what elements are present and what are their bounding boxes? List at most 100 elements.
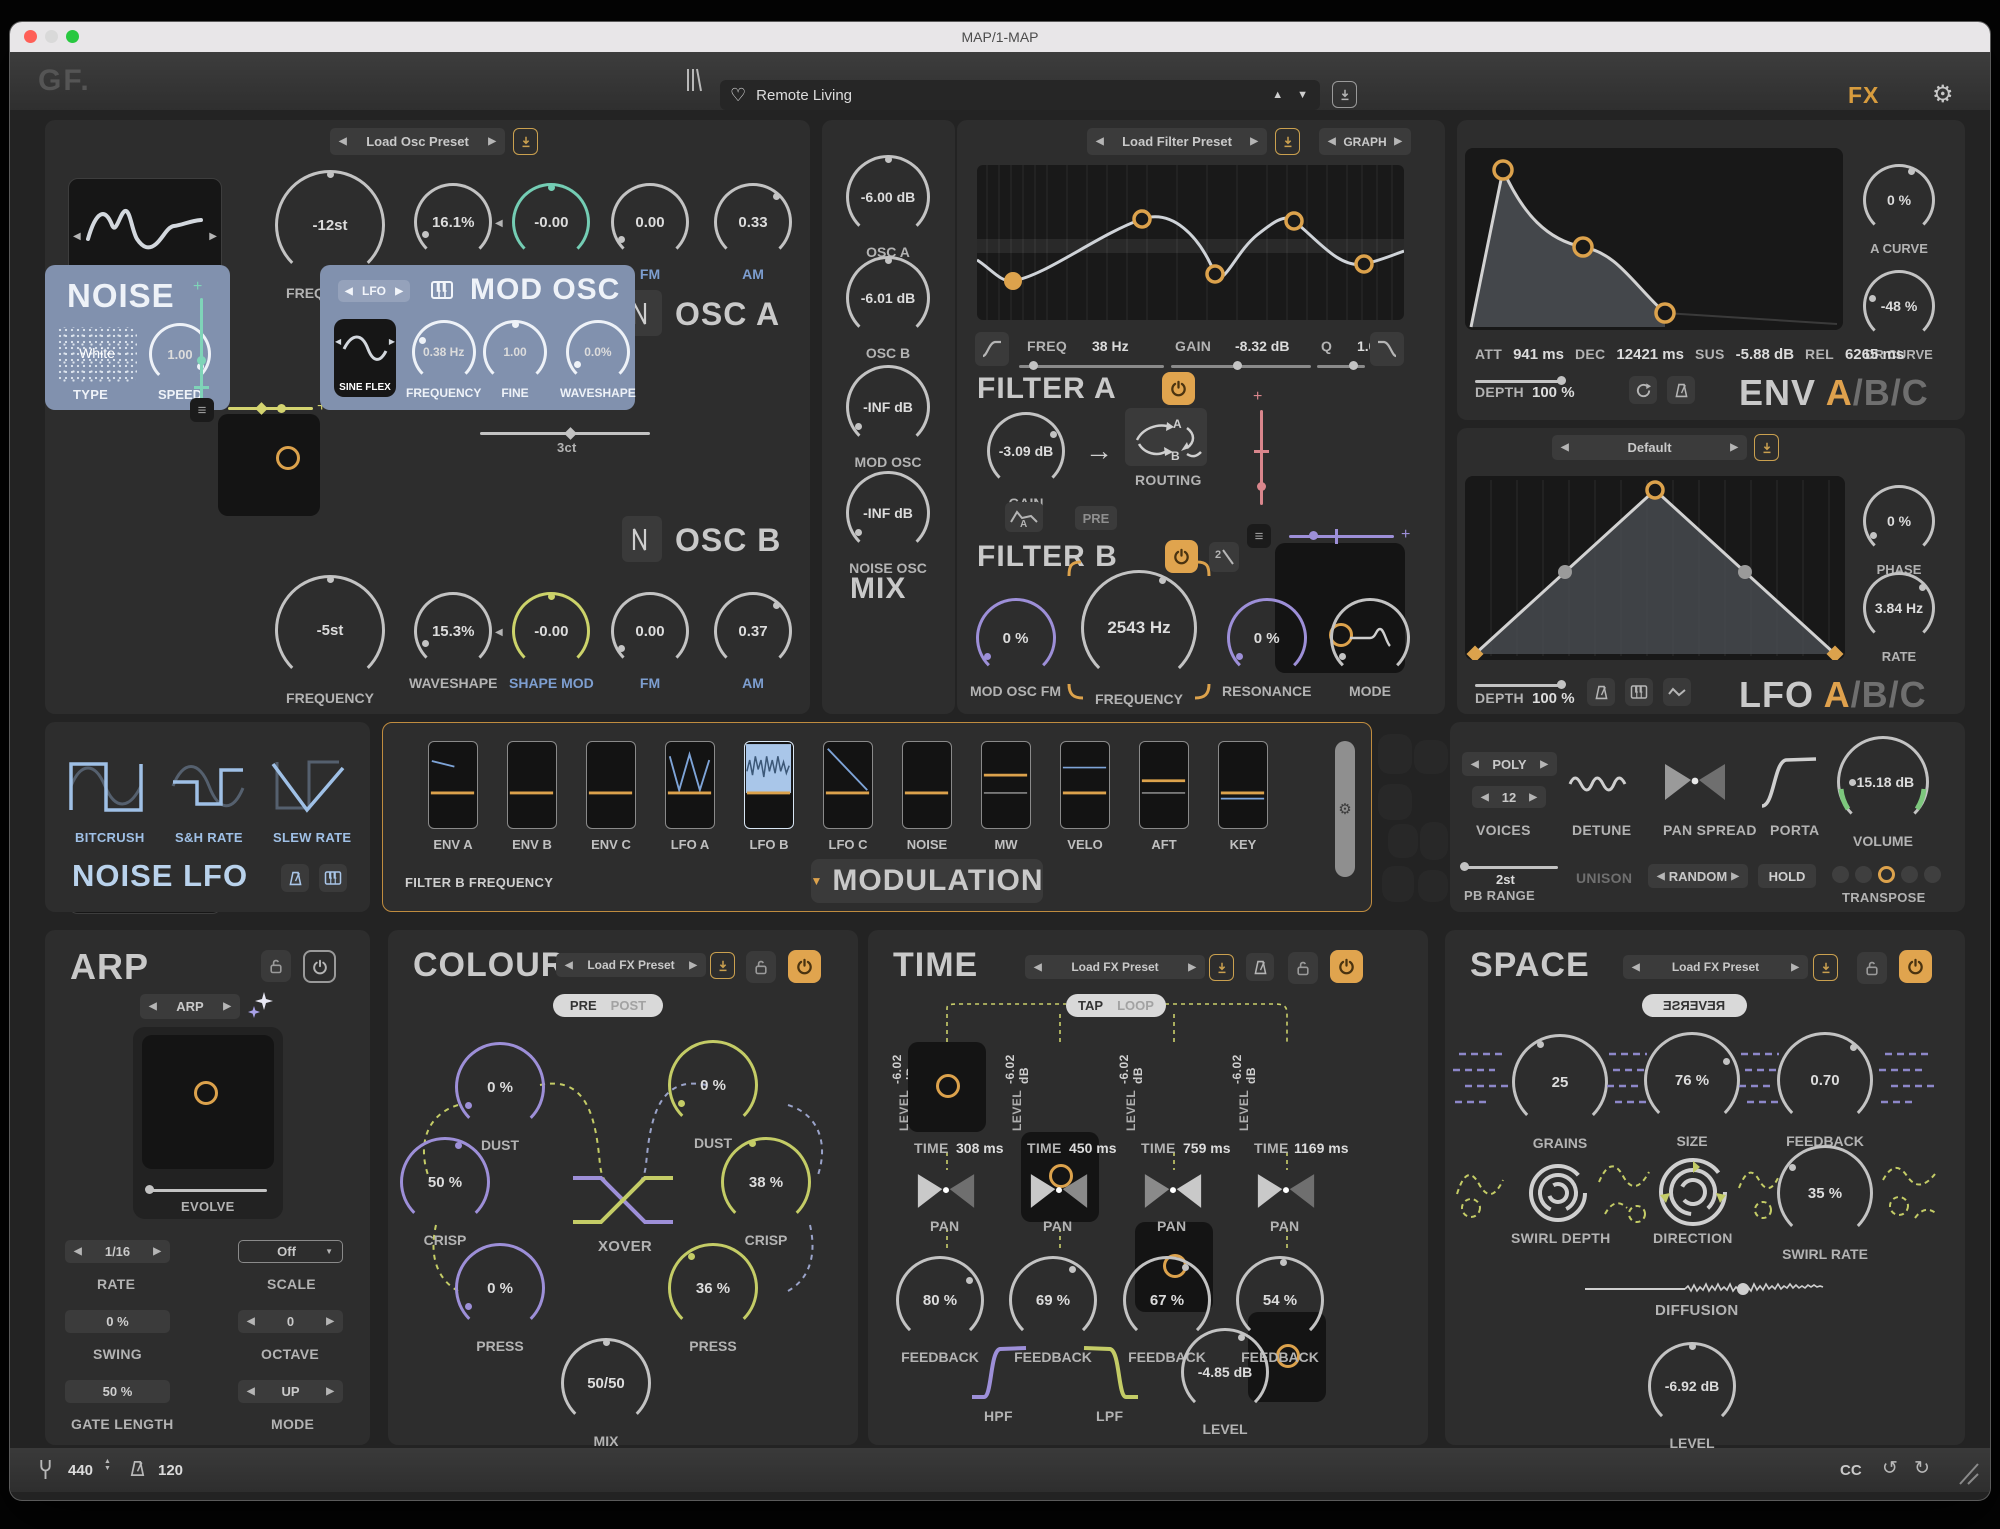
filter-preset-save-button[interactable] (1275, 128, 1300, 155)
lfo-depth-slider[interactable] (1475, 684, 1565, 687)
mod-slot-lfo-c[interactable]: LFO C (823, 741, 873, 852)
colour-right-dust-knob[interactable]: 0 % DUST (668, 1040, 758, 1151)
arp-rate-selector[interactable]: ◀ 1/16 ▶ (65, 1240, 170, 1263)
env-sync-metronome-icon[interactable] (1667, 376, 1695, 404)
osc-a-am-knob[interactable]: 0.33 AM (714, 183, 792, 282)
modulation-header[interactable]: ▼ MODULATION (811, 859, 1043, 903)
slider-handle[interactable] (1557, 680, 1566, 689)
keyboard-icon[interactable] (430, 278, 454, 302)
arp-swing-field[interactable]: 0 % (65, 1310, 170, 1333)
next-arrow-icon[interactable]: ▶ (326, 1386, 334, 1397)
osc-b-fm-knob[interactable]: 0.00 FM (611, 592, 689, 691)
redo-icon[interactable]: ↻ (1914, 1457, 1930, 1480)
close-button[interactable] (24, 30, 37, 43)
metronome-icon[interactable] (128, 1459, 147, 1478)
fx-page-button[interactable]: FX (1848, 82, 1879, 109)
tuning-value[interactable]: 440 (68, 1462, 93, 1479)
time-tap-loop-toggle[interactable]: TAP LOOP (1066, 994, 1166, 1017)
transpose-dot[interactable] (1901, 866, 1918, 883)
sparkle-icon[interactable] (248, 990, 274, 1018)
rel-value[interactable]: 6265 ms (1845, 346, 1904, 363)
preset-bar[interactable]: ♡ Remote Living ▲ ▼ (720, 80, 1320, 110)
colour-right-press-knob[interactable]: 36 % PRESS (668, 1243, 758, 1354)
next-arrow-icon[interactable]: ▶ (223, 1001, 231, 1012)
env-graph[interactable] (1465, 148, 1843, 330)
slider-handle[interactable] (1029, 361, 1038, 370)
plus-icon[interactable]: + (193, 278, 202, 296)
colour-left-crisp-knob[interactable]: 50 % CRISP (400, 1137, 490, 1248)
mod-slot-aft[interactable]: AFT (1139, 741, 1189, 852)
lpf-curve-icon[interactable] (1080, 1343, 1142, 1403)
wave-next-icon[interactable]: ▶ (209, 231, 217, 242)
volume-knob[interactable]: -15.18 dB VOLUME (1837, 736, 1929, 849)
time-power-button[interactable] (1330, 950, 1363, 983)
xy-handle[interactable] (194, 1081, 218, 1105)
direction-spiral-icon[interactable] (1656, 1155, 1730, 1229)
resize-handle-icon[interactable] (1954, 1460, 1980, 1486)
slider-node[interactable] (197, 356, 206, 365)
env-loop-icon[interactable] (1629, 376, 1657, 404)
mod-osc-waveshape-knob[interactable]: 0.0% WAVESHAPE (560, 320, 636, 400)
slider-handle[interactable] (564, 427, 577, 440)
bitcrush-icon[interactable] (67, 752, 145, 820)
filter-b-mode-knob[interactable]: MODE (1330, 598, 1410, 699)
prev-arrow-icon[interactable]: ◀ (1481, 792, 1489, 803)
zoom-button[interactable] (66, 30, 79, 43)
colour-power-button[interactable] (788, 950, 821, 983)
mod-range-slider-horizontal[interactable] (228, 407, 313, 410)
noise-lfo-metronome-icon[interactable] (281, 864, 309, 892)
colour-lock-icon[interactable] (746, 951, 776, 983)
next-arrow-icon[interactable]: ▶ (689, 960, 697, 971)
next-arrow-icon[interactable]: ▶ (1394, 136, 1402, 147)
lowpass-slope-icon[interactable] (1370, 332, 1404, 366)
filter-shape-a-icon[interactable]: A (1005, 502, 1043, 532)
sus-value[interactable]: -5.88 dB (1736, 346, 1794, 363)
next-arrow-icon[interactable]: ▶ (488, 136, 496, 147)
detune-squiggle-icon[interactable] (1568, 770, 1634, 792)
arp-scale-dropdown[interactable]: Off ▼ (238, 1240, 343, 1263)
tuning-stepper-icons[interactable]: ▲▼ (104, 1458, 111, 1472)
prev-arrow-icon[interactable]: ◀ (1096, 136, 1104, 147)
space-preset-selector[interactable]: ◀ Load FX Preset ▶ (1623, 955, 1808, 979)
lfo-graph[interactable] (1465, 476, 1845, 660)
filter-a-gain-knob[interactable]: -3.09 dB GAIN (987, 412, 1065, 511)
pre-button[interactable]: PRE (1075, 506, 1117, 530)
transpose-dot[interactable] (1924, 866, 1941, 883)
tempo-value[interactable]: 120 (158, 1462, 183, 1479)
mix-osc-a-knob[interactable]: -6.00 dB OSC A (846, 155, 930, 260)
favorite-heart-icon[interactable]: ♡ (730, 85, 746, 106)
link-arrow-icon[interactable]: ◀ (495, 627, 503, 638)
osc-b-frequency-knob[interactable]: -5st FREQUENCY (275, 575, 385, 706)
xover-icon[interactable] (571, 1170, 675, 1230)
undo-icon[interactable]: ↺ (1882, 1457, 1898, 1480)
slew-rate-icon[interactable] (269, 752, 347, 820)
diffusion-slider[interactable] (1585, 1278, 1825, 1300)
dec-value[interactable]: 12421 ms (1616, 346, 1684, 363)
filter-view-selector[interactable]: ◀ GRAPH ▶ (1319, 128, 1411, 155)
mod-osc-frequency-knob[interactable]: 0.38 Hz FREQUENCY (406, 320, 481, 400)
arp-pattern-selector[interactable]: ◀ ARP ▶ (140, 994, 240, 1019)
slider-handle[interactable] (145, 1185, 154, 1194)
mod-range-slider-horizontal[interactable] (1289, 535, 1394, 538)
prev-arrow-icon[interactable]: ◀ (339, 136, 347, 147)
pb-range-slider[interactable] (1463, 866, 1558, 869)
osc-b-shape-mod-knob[interactable]: -0.00 SHAPE MOD (509, 592, 594, 691)
next-arrow-icon[interactable]: ▶ (1188, 962, 1196, 973)
pan-spread-bowtie-icon[interactable] (1663, 760, 1727, 804)
arp-lock-icon[interactable] (261, 950, 291, 982)
mix-noise-osc-knob[interactable]: -INF dB NOISE OSC (846, 471, 930, 576)
colour-right-crisp-knob[interactable]: 38 % CRISP (721, 1137, 811, 1248)
lfo-keytrack-keyboard-icon[interactable] (1625, 678, 1653, 706)
mod-osc-wave-display[interactable]: ◀ ▶ SINE FLEX (334, 319, 396, 397)
tap3-pan-bowtie[interactable] (1143, 1168, 1203, 1214)
plus-icon[interactable]: + (1253, 388, 1262, 406)
space-preset-save-button[interactable] (1813, 954, 1838, 981)
slider-handle[interactable] (1233, 361, 1242, 370)
tap1-time-value[interactable]: 308 ms (956, 1140, 1003, 1156)
noise-type-display[interactable]: White (57, 327, 137, 382)
colour-mix-knob[interactable]: 50/50 MIX (561, 1338, 651, 1449)
slider-node[interactable] (1309, 531, 1318, 540)
space-lock-icon[interactable] (1857, 952, 1887, 984)
tap2-level[interactable]: LEVEL-6.02 dB (1003, 1045, 1031, 1131)
filter-preset-selector[interactable]: ◀ Load Filter Preset ▶ (1087, 128, 1267, 155)
